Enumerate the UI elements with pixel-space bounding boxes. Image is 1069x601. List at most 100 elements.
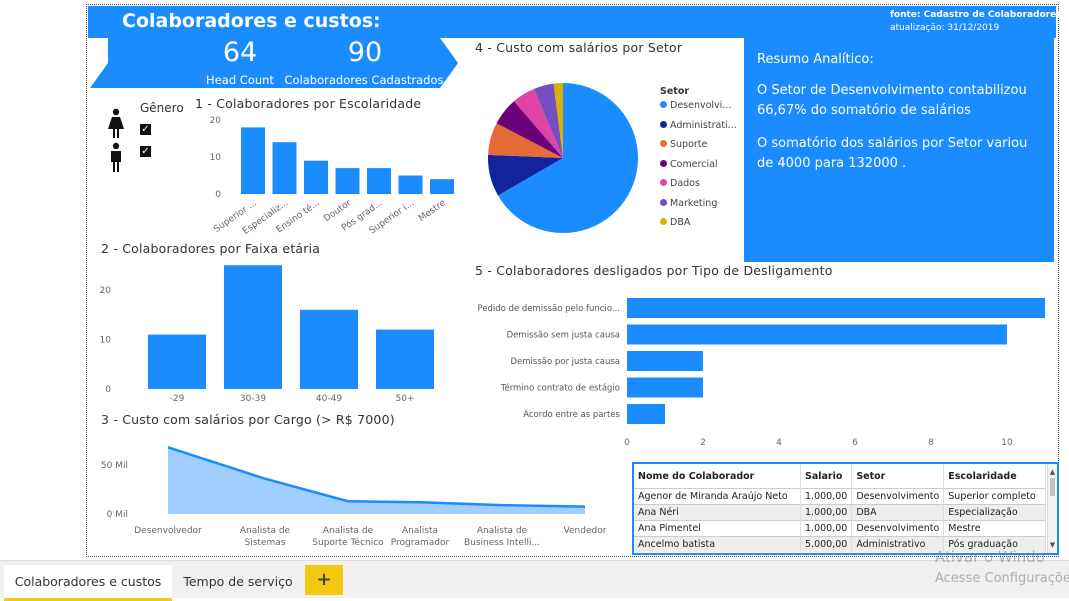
table-row[interactable]: Ana Pimentel 1.000,00 Desenvolvimento Me… [634,520,1046,537]
cell-education: Superior completo [943,488,1046,505]
bar [300,309,358,389]
bar [367,168,391,194]
x-tick-label: 50+ [396,394,415,404]
col-header-salary[interactable]: Salario [800,464,853,489]
y-tick-label: 0 Mil [107,510,128,520]
legend-dot [660,159,667,167]
summary-line-1: O Setor de Desenvolvimento contabilizou … [757,83,1027,118]
chart-setor-title: 4 - Custo com salários por Setor [475,40,683,55]
legend-item[interactable]: DBA [660,217,745,237]
summary-title: Resumo Analítico: [757,52,874,67]
source-label: fonte: Cadastro de Colaboradores [890,10,1062,20]
male-checkbox[interactable]: ✓ [140,146,151,157]
bar [430,179,454,194]
scroll-down-icon[interactable]: ▼ [1048,541,1057,549]
chart-desligamento-title: 5 - Colaboradores desligados por Tipo de… [475,263,833,278]
x-tick-label: 2 [700,438,706,448]
x-tick-label: 6 [852,438,858,448]
bar [224,265,282,389]
cell-name: Agenor de Miranda Araújo Neto [634,488,801,505]
tab-colaboradores-custos[interactable]: Colaboradores e custos [4,565,172,601]
x-tick-label: Vendedor [564,526,607,536]
pie-legend: Desenvolvi... Administrati... Suporte Comer… [660,100,745,237]
x-tick-label: 40-49 [316,394,342,404]
cell-sector: Desenvolvimento [851,520,945,537]
legend-label: Desenvolvi... [670,100,732,111]
col-header-name[interactable]: Nome do Colaborador [634,464,801,489]
y-tick-label: Acordo entre as partes [523,410,620,420]
x-tick-label: Business Intelli... [464,538,540,548]
y-tick-label: 50 Mil [101,461,128,471]
col-header-education[interactable]: Escolaridade [943,464,1046,489]
table-row[interactable]: Agenor de Miranda Araújo Neto 1.000,00 D… [634,488,1046,505]
chart-faixa-title: 2 - Colaboradores por Faixa etária [101,241,321,256]
area-fill [168,447,585,514]
cell-name: Ana Pimentel [634,520,801,537]
chart-escolaridade: 20100Superior ...Especializ...Ensino té.… [210,116,454,237]
chart-desligamento: Pedido de demissão pelo funcio... Demissã… [477,298,1045,448]
male-icon [111,142,121,172]
legend-label: DBA [670,217,691,228]
female-icon [108,108,124,138]
x-tick-label: 10 [1001,438,1013,448]
y-tick-label: 10 [210,153,222,163]
x-tick-label: Sistemas [245,538,286,548]
y-tick-label: 0 [215,190,221,200]
table-scrollbar[interactable]: ▲ ▼ [1047,464,1057,553]
scroll-thumb[interactable] [1050,478,1055,496]
y-tick-label: 20 [210,116,222,126]
legend-label: Marketing [670,197,718,209]
legend-label: Comercial [670,158,718,170]
x-tick-label: Analista de [240,526,291,536]
x-tick-label: Suporte Técnico [312,537,384,548]
chart-cargo-title: 3 - Custo com salários por Cargo (> R$ 7… [101,412,395,427]
legend-item[interactable]: Comercial [660,159,745,179]
bar [398,175,423,194]
bar [241,127,265,194]
chart-faixa-etaria: 20 10 0 -29 30-39 40-49 50+ [100,265,434,404]
scroll-up-icon[interactable]: ▲ [1048,468,1057,476]
x-tick-label: 30-39 [240,394,266,404]
cell-salary: 1.000,00 [800,488,853,505]
collaborators-table[interactable]: Nome do Colaborador Salario Setor Escola… [632,462,1059,555]
y-tick-label: Demissão por justa causa [510,357,620,367]
summary-line-2: O somatório dos salários por Setor vario… [757,136,1028,171]
y-tick-label: Pedido de demissão pelo funcio... [477,304,620,314]
table-row[interactable]: Ana Néri 1.000,00 DBA Especialização [634,504,1046,521]
tab-tempo-servico[interactable]: Tempo de serviço [176,565,300,598]
chart-escolaridade-title: 1 - Colaboradores por Escolaridade [195,96,422,111]
x-tick-label: 4 [776,438,782,448]
pie-legend-title: Setor [660,86,690,97]
legend-item[interactable]: Dados [660,178,745,198]
col-header-sector[interactable]: Setor [851,464,945,489]
page-title: Colaboradores e custos: [122,10,381,32]
bar [627,404,665,424]
x-tick-label: Analista de [323,526,374,536]
legend-item[interactable]: Marketing [660,198,745,218]
cell-salary: 1.000,00 [800,504,853,521]
y-tick-label: 10 [100,336,112,346]
y-tick-label: Término contrato de estágio [500,383,620,394]
bar [627,377,703,398]
legend-item[interactable]: Administrati... [660,120,745,140]
legend-item[interactable]: Desenvolvi... [660,100,745,120]
cell-salary: 1.000,00 [800,520,853,537]
legend-item[interactable]: Suporte [660,139,745,159]
cell-name: Ancelmo batista [634,536,801,552]
add-page-button[interactable]: + [305,565,343,595]
chart-setor-pie [488,83,638,233]
female-checkbox[interactable]: ✓ [140,124,151,135]
windows-activation-watermark-line1: Ativar o Windo [935,548,1045,566]
legend-dot [660,140,667,147]
bar [272,142,297,194]
y-tick-label: 20 [100,286,112,296]
legend-label: Suporte [670,139,708,150]
bar [627,298,1045,318]
cell-education: Especialização [943,504,1046,521]
cell-salary: 5.000,00 [800,536,853,552]
registered-label: Colaboradores Cadastrados [284,73,444,87]
bar [376,329,434,389]
x-tick-label: 8 [928,438,934,448]
legend-label: Administrati... [670,119,737,131]
registered-value: 90 [347,37,383,68]
